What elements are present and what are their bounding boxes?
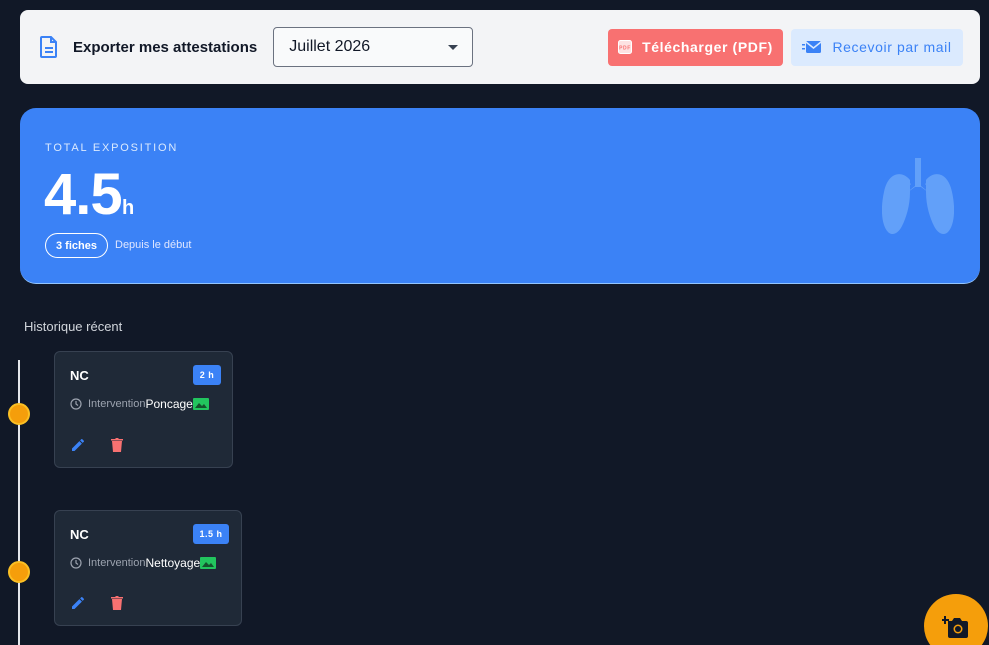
history-card-details: Intervention Poncage (70, 397, 209, 411)
clock-icon (70, 557, 82, 569)
trash-icon[interactable] (110, 595, 124, 611)
total-exposure-unit: h (122, 197, 135, 219)
image-icon[interactable] (192, 398, 209, 410)
timeline-dot (8, 403, 30, 425)
add-photo-button[interactable] (924, 594, 988, 645)
history-card[interactable]: NC 1.5 h Intervention Nettoyage (54, 510, 242, 626)
receive-mail-label: Recevoir par mail (832, 39, 952, 55)
history-card-task: Nettoyage (145, 556, 201, 570)
history-card-code: NC (70, 368, 89, 383)
svg-text:PDF: PDF (619, 46, 631, 52)
since-start-label: Depuis le début (115, 239, 192, 251)
timeline-dot (8, 561, 30, 583)
total-exposure-card: TOTAL EXPOSITION 4.5 h 3 fiches Depuis l… (20, 108, 980, 284)
history-card-type: Intervention (88, 398, 146, 410)
export-label: Exporter mes attestations (73, 38, 258, 56)
download-pdf-button[interactable]: PDF Télécharger (PDF) (608, 28, 783, 66)
history-card-type: Intervention (88, 557, 146, 569)
download-pdf-label: Télécharger (PDF) (642, 39, 773, 55)
history-title: Historique récent (24, 319, 123, 334)
history-card-actions (70, 437, 124, 453)
receive-mail-button[interactable]: Recevoir par mail (791, 28, 963, 66)
duration-badge: 2 h (193, 365, 221, 385)
history-card-task: Poncage (145, 397, 193, 411)
history-card-code: NC (70, 527, 89, 542)
mail-icon (802, 41, 822, 53)
pencil-icon[interactable] (70, 595, 86, 611)
month-select-value: Juillet 2026 (289, 38, 371, 55)
sheet-count-badge: 3 fiches (45, 233, 108, 258)
page: Exporter mes attestations Juillet 2026 P… (0, 0, 989, 645)
history-card-details: Intervention Nettoyage (70, 556, 217, 570)
trash-icon[interactable] (110, 437, 124, 453)
pencil-icon[interactable] (70, 437, 86, 453)
add-photo-icon (942, 616, 968, 638)
history-card[interactable]: NC 2 h Intervention Poncage (54, 351, 233, 468)
chevron-down-icon (448, 44, 459, 50)
month-select[interactable]: Juillet 2026 (273, 27, 474, 67)
total-exposure-label: TOTAL EXPOSITION (45, 142, 179, 154)
clock-icon (70, 398, 82, 410)
image-icon[interactable] (200, 557, 217, 569)
pdf-icon: PDF (618, 40, 633, 54)
duration-badge: 1.5 h (193, 524, 229, 544)
total-exposure-value: 4.5 (44, 162, 123, 227)
history-card-actions (70, 595, 124, 611)
export-toolbar: Exporter mes attestations Juillet 2026 P… (20, 10, 980, 84)
document-icon (40, 36, 58, 58)
lungs-icon (882, 158, 954, 234)
